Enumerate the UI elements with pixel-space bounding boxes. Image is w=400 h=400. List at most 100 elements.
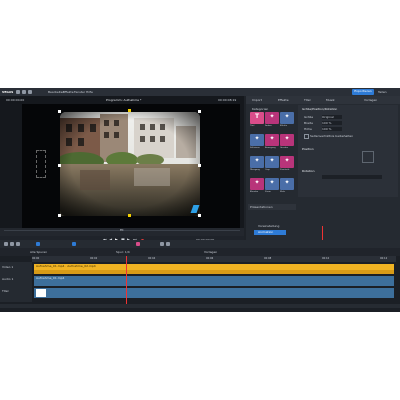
effect-tile-glyph: ✦ [284,179,290,186]
preview-timecode-right: 00:00:08:19 [218,98,237,102]
tab-import[interactable]: Import [252,98,262,102]
editor-window: VEGAS Bearbeiten Effekte Fenster Hilfe E… [0,88,400,312]
effect-tile-glyph: ✦ [254,157,260,164]
timeline-toolbar [0,240,400,248]
transform-handle-right[interactable] [198,164,201,167]
group-icon[interactable] [72,242,76,246]
effect-tile-speed-icon[interactable]: ✦ Geschw. [280,134,294,149]
menu-bar: VEGAS Bearbeiten Effekte Fenster Hilfe E… [0,88,400,96]
effect-tile-zoom-icon[interactable]: ✦ Zoom [265,178,279,193]
effect-tile-label: Geschw. [280,147,289,149]
title-track-clip[interactable] [34,288,394,298]
effect-tile-glyph: ✦ [254,179,260,186]
aspect-checkbox-label: Seitenverhältnis beibehalten [310,134,354,138]
tab-titles[interactable]: Titel [304,98,310,102]
timeline-tab-mid[interactable]: Spur: 1/4 [116,250,130,254]
effect-tile-label: Farben [265,125,272,127]
effect-tile-more-icon[interactable]: ✦ Mehr [280,178,294,193]
aspect-checkbox[interactable] [304,134,309,139]
preset-item-1: Animation [258,230,274,234]
effect-tile-label: Bewegung [265,147,276,149]
effect-tile-label: Blenden [250,191,259,193]
menu-edit[interactable]: Bearbeiten [48,90,64,94]
effect-tile-crop-icon[interactable]: ✦ Crop [265,156,279,171]
right-panel: Import Effekte Titel Musik Vorlagen Kate… [246,96,400,256]
effect-tile-label: Crop [265,169,270,171]
tab-music[interactable]: Musik [326,98,335,102]
snap-icon[interactable] [16,242,20,246]
save-icon[interactable] [28,90,32,94]
new-file-icon[interactable] [16,90,20,94]
magnet-icon[interactable] [36,242,40,246]
settings-title: Größe/Position/Rotation [302,107,338,111]
position-subtitle: Position [302,147,314,151]
settings-row-width-label: Breite [304,121,313,125]
open-folder-icon[interactable] [22,90,26,94]
timeline-tab-right[interactable]: Vorlagen [204,250,217,254]
menu-window[interactable]: Fenster [74,90,85,94]
effect-tile-glyph: ✦ [269,157,275,164]
effect-tile-label: Titel [250,125,255,127]
transform-handle-br[interactable] [198,214,201,217]
marker-icon[interactable] [136,242,140,246]
preview-title: Programm: Aufnahme * [106,98,142,102]
media-pool-tabs: Import Effekte Titel Musik Vorlagen [246,96,400,104]
effect-tile-color-icon[interactable]: ✦ Farben [265,112,279,127]
timeline-tabs: Alle Spuren Spur: 1/4 Vorlagen [0,248,400,256]
effect-tile-label: Stilisieren [250,147,260,149]
safe-frame-guide [36,150,46,178]
track-header-title[interactable]: Titel [2,289,8,293]
width-input[interactable]: 100 % [322,121,342,125]
timeline-scrollbar[interactable] [0,304,400,308]
effect-tile-label: Zuschnitt [280,169,290,171]
transform-handle-tr[interactable] [198,110,201,113]
video-clip-waveform [34,270,394,274]
effect-tile-glyph: ✦ [269,179,275,186]
zoom-in-icon[interactable] [166,242,170,246]
audio-clip[interactable]: Aufnahme_01.mp4 [34,276,394,286]
preset-item-0[interactable]: Voreinstellung [258,224,279,228]
presets-header: Präsentationen [250,205,273,209]
transform-handle-tl[interactable] [58,110,61,113]
export-button[interactable]: Exportieren [352,89,374,95]
menu-effects[interactable]: Effekte [63,90,74,94]
share-button[interactable]: Teilen [378,90,387,94]
effect-tile-glyph: T [254,113,260,120]
effect-tile-label: Zoom [265,191,271,193]
size-dropdown[interactable]: Original [322,115,342,119]
preset-item-selected[interactable]: Animation [254,230,286,235]
ruler-mark: 00:10 [322,257,330,260]
effect-tile-move-icon[interactable]: ✦ Bewegung [265,134,279,149]
preview-timecode-left: 00:00:00.00 [6,98,25,102]
track-header-audio[interactable]: Audio 1 [2,277,13,281]
anchor-grid-icon[interactable] [362,151,374,163]
ruler-mark: 00:08 [264,257,272,260]
rotation-field[interactable] [322,175,382,179]
transform-handle-bottom[interactable] [128,214,131,217]
audio-clip-label: Aufnahme_01.mp4 [36,276,65,280]
zoom-out-icon[interactable] [160,242,164,246]
effect-tile-brush-icon[interactable]: ✦ Stilisieren [250,134,264,149]
transform-handle-left[interactable] [58,164,61,167]
track-headers: Video 1 Audio 1 Titel [0,262,32,302]
pointer-tool-icon[interactable] [4,242,8,246]
menu-help[interactable]: Hilfe [86,90,93,94]
effect-tile-blend-icon[interactable]: ✦ Blenden [250,178,264,193]
effect-tile-transition-icon[interactable]: ✦ Übergang [250,156,264,171]
timeline-ruler[interactable]: 00:00 00:02 00:04 00:06 00:08 00:10 00:12 [32,256,396,262]
video-clip-label: Aufnahme_01.mp4 · Aufnahme_02.mp4 [36,264,96,268]
track-header-video[interactable]: Video 1 [2,265,13,269]
height-input[interactable]: 100 % [322,127,342,131]
timeline-tab-left[interactable]: Alle Spuren [30,250,47,254]
tab-effects[interactable]: Effekte [278,98,289,102]
transform-handle-bl[interactable] [58,214,61,217]
effect-tile-fx-icon[interactable]: ✦ Effekte [280,112,294,127]
video-clip[interactable]: Aufnahme_01.mp4 · Aufnahme_02.mp4 [34,264,394,274]
effect-tile-cut-icon[interactable]: ✦ Zuschnitt [280,156,294,171]
timeline-playhead[interactable] [126,256,127,304]
transform-handle-top[interactable] [128,109,131,112]
effect-tile-label: Mehr [280,191,286,193]
effect-tile-T-icon[interactable]: T Titel [250,112,264,127]
cut-tool-icon[interactable] [10,242,14,246]
tab-templates[interactable]: Vorlagen [364,98,377,102]
